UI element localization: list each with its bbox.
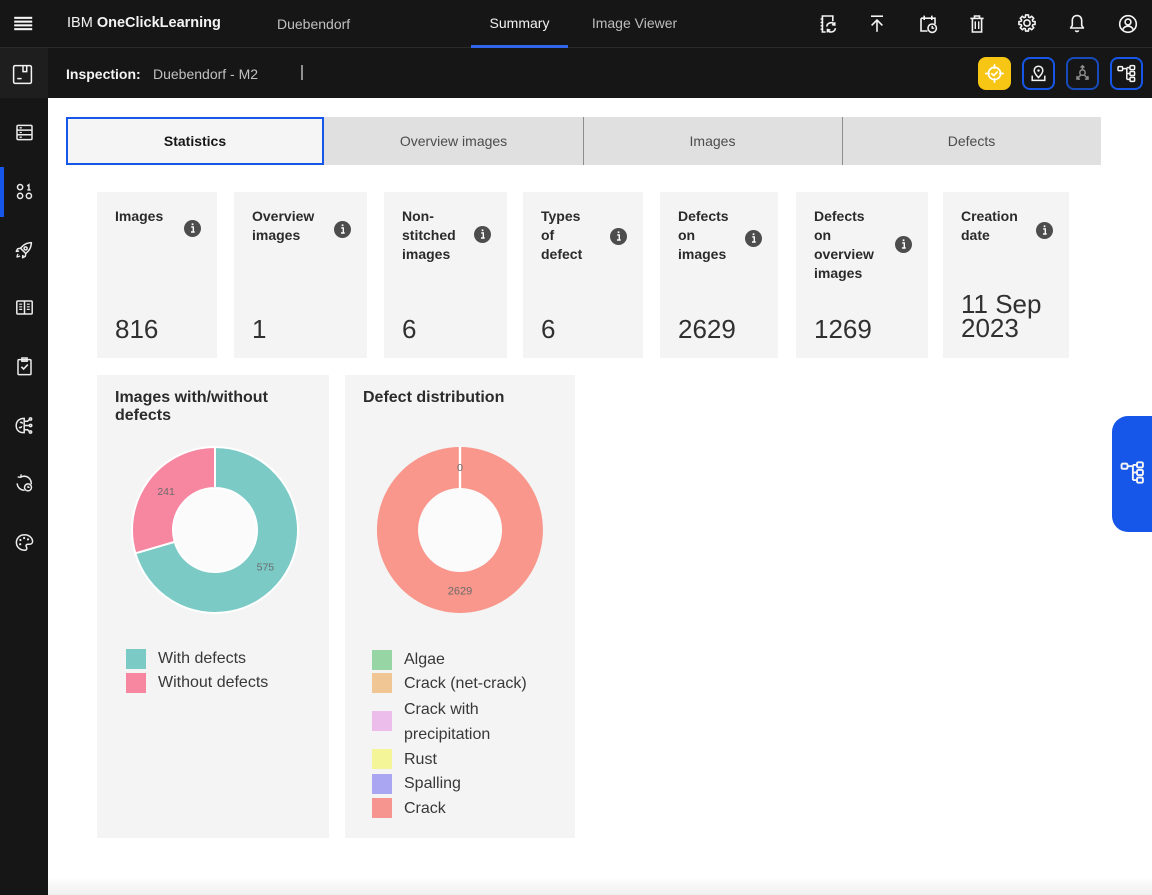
svg-text:575: 575 — [256, 562, 274, 574]
svg-text:241: 241 — [157, 486, 175, 498]
svg-text:2629: 2629 — [448, 585, 472, 597]
svg-text:0: 0 — [457, 462, 463, 474]
